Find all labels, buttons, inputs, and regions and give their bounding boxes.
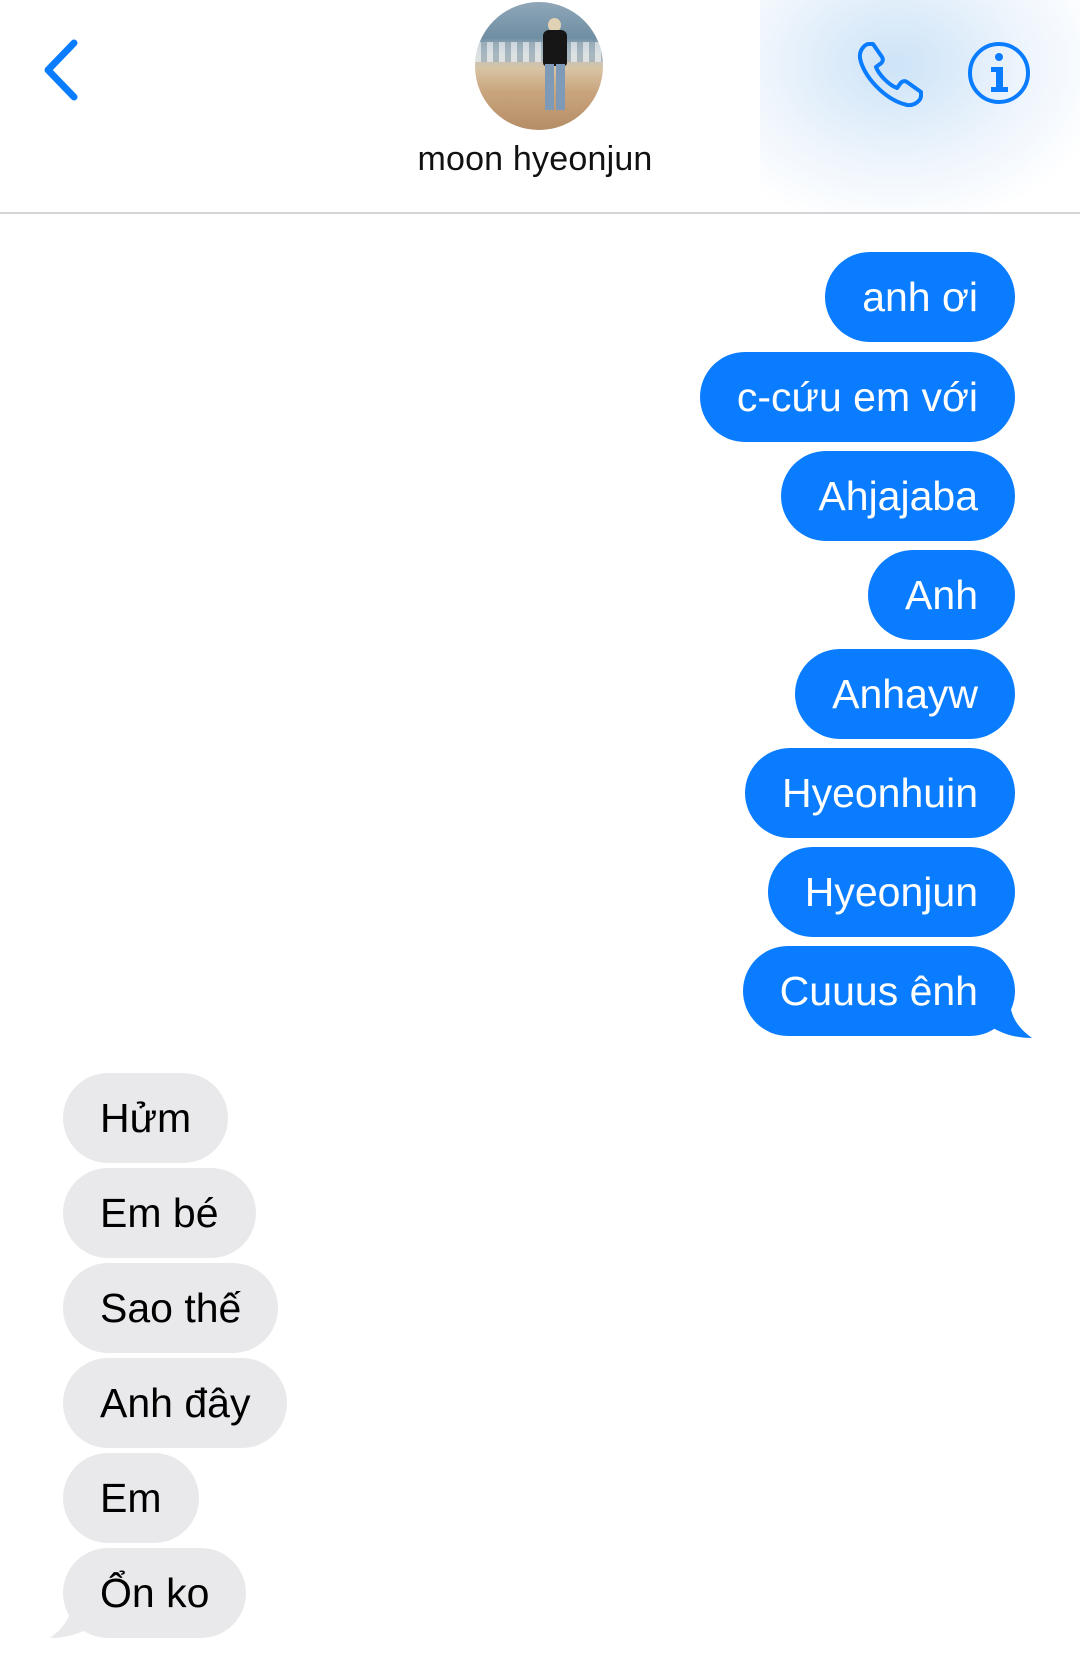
chevron-left-icon: [44, 39, 78, 101]
received-message[interactable]: Hửm: [63, 1073, 229, 1163]
back-button[interactable]: [30, 30, 90, 110]
sent-message[interactable]: anh ơi: [825, 252, 1015, 342]
phone-icon: [857, 42, 923, 108]
sent-message[interactable]: Ahjajaba: [781, 451, 1015, 541]
sent-message[interactable]: c-cứu em với: [699, 352, 1015, 442]
received-message[interactable]: Sao thế: [63, 1263, 279, 1353]
received-message[interactable]: Anh đây: [63, 1358, 288, 1448]
sent-message[interactable]: Hyeonjun: [767, 847, 1015, 937]
sent-message[interactable]: Anh: [868, 550, 1015, 640]
contact-avatar[interactable]: [475, 2, 603, 130]
sent-message[interactable]: Anhayw: [795, 649, 1015, 739]
sent-message[interactable]: Cuuus ênh: [742, 946, 1015, 1036]
received-message[interactable]: Em: [63, 1453, 199, 1543]
sent-message[interactable]: Hyeonhuin: [744, 748, 1015, 838]
info-button[interactable]: [966, 40, 1032, 106]
call-button[interactable]: [855, 38, 927, 110]
sent-bubble-tail: [990, 1000, 1032, 1038]
contact-name[interactable]: moon hyeonjun: [0, 140, 1070, 179]
received-bubble-tail: [50, 1600, 92, 1638]
conversation-header: moon hyeonjun: [0, 0, 1080, 214]
received-message[interactable]: Em bé: [63, 1168, 256, 1258]
info-icon: [968, 42, 1030, 104]
